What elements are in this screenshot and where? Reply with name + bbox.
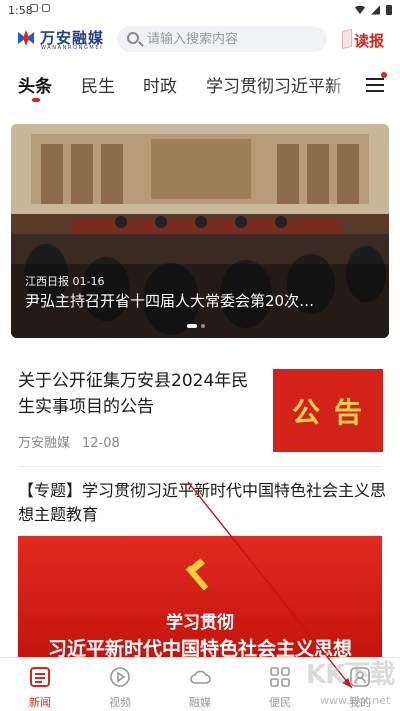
nav-video-label: 视频 bbox=[109, 696, 131, 709]
banner-date: 01-16 bbox=[72, 275, 105, 288]
thumbnail-text: 公告 bbox=[291, 395, 376, 429]
topic-image: 学习贯彻 习近平新时代中国特色社会主义思想 bbox=[18, 536, 382, 660]
nav-video[interactable]: 视频 bbox=[90, 664, 150, 710]
list-divider bbox=[18, 466, 382, 467]
banner-source: 江西日报 01-16 bbox=[25, 273, 104, 289]
play-icon bbox=[110, 667, 130, 687]
unread-dot bbox=[381, 72, 387, 78]
logo-icon bbox=[18, 30, 34, 46]
topic-title[interactable]: 【专题】学习贯彻习近平新时代中国特色社会主义思想主题教育 bbox=[18, 479, 386, 527]
notification-icon bbox=[30, 4, 38, 12]
status-time: 1:58 bbox=[8, 4, 33, 17]
news-date: 12-08 bbox=[82, 436, 120, 451]
carousel-dot bbox=[187, 324, 197, 328]
news-source: 万安融媒 bbox=[18, 436, 71, 451]
logo-subtext: WANANRONGMEI bbox=[41, 45, 104, 51]
news-icon bbox=[30, 667, 50, 687]
topic-item[interactable]: 【专题】学习贯彻习近平新时代中国特色社会主义思想主题教育 学习贯彻 习近平新时代… bbox=[0, 476, 400, 660]
read-newspaper-label: 读报 bbox=[354, 32, 385, 50]
news-title[interactable]: 关于公开征集万安县2024年民生实事项目的公告 bbox=[18, 368, 258, 420]
tab-study[interactable]: 学习贯彻习近平新 bbox=[206, 72, 346, 97]
active-tab-indicator bbox=[32, 98, 40, 102]
news-thumbnail: 公告 bbox=[273, 369, 383, 452]
topic-image-line1: 学习贯彻 bbox=[166, 613, 234, 633]
menu-icon bbox=[366, 78, 384, 80]
search-icon bbox=[127, 32, 139, 44]
headline-banner[interactable]: 江西日报 01-16 尹弘主持召开省十四届人大常委会第20次… bbox=[11, 124, 389, 338]
signal-icon bbox=[371, 5, 380, 15]
battery-icon bbox=[386, 5, 392, 15]
nav-media-label: 融媒 bbox=[189, 696, 211, 709]
search-input[interactable] bbox=[147, 26, 317, 52]
app-logo: 万安融媒 WANANRONGMEI bbox=[16, 26, 116, 54]
party-emblem-icon bbox=[180, 558, 216, 595]
newspaper-icon bbox=[342, 28, 352, 50]
notification-icons bbox=[30, 4, 50, 12]
tab-headlines[interactable]: 头条 bbox=[18, 72, 52, 97]
banner-source-name: 江西日报 bbox=[25, 275, 69, 288]
system-icons bbox=[355, 5, 392, 15]
nav-media[interactable]: 融媒 bbox=[170, 664, 230, 710]
top-bar: 万安融媒 WANANRONGMEI 读报 bbox=[0, 22, 400, 58]
search-bar[interactable] bbox=[117, 26, 327, 52]
grid-icon bbox=[270, 667, 290, 687]
notification-icon bbox=[42, 4, 50, 12]
carousel-indicator bbox=[187, 324, 205, 328]
nav-news[interactable]: 新闻 bbox=[10, 664, 70, 710]
nav-news-label: 新闻 bbox=[29, 696, 51, 709]
channel-tabs: 头条 民生 时政 学习贯彻习近平新 bbox=[0, 66, 400, 106]
channel-menu-button[interactable] bbox=[364, 72, 387, 96]
watermark-url: www.kkx.net bbox=[320, 694, 391, 707]
cloud-icon bbox=[190, 670, 211, 684]
banner-title[interactable]: 尹弘主持召开省十四届人大常委会第20次… bbox=[25, 290, 379, 311]
tab-livelihood[interactable]: 民生 bbox=[81, 72, 115, 97]
wifi-icon bbox=[355, 6, 365, 14]
tab-fade bbox=[330, 66, 350, 106]
tab-politics[interactable]: 时政 bbox=[143, 72, 177, 97]
news-meta: 万安融媒 12-08 bbox=[18, 432, 120, 451]
watermark-text: KK下载 bbox=[306, 660, 395, 690]
carousel-dot bbox=[201, 324, 205, 328]
status-bar: 1:58 bbox=[0, 0, 400, 22]
watermark: KK下载 www.kkx.net bbox=[300, 652, 400, 711]
read-newspaper-button[interactable]: 读报 bbox=[342, 26, 388, 54]
news-list-item[interactable]: 关于公开征集万安县2024年民生实事项目的公告 万安融媒 12-08 公告 bbox=[0, 357, 400, 462]
